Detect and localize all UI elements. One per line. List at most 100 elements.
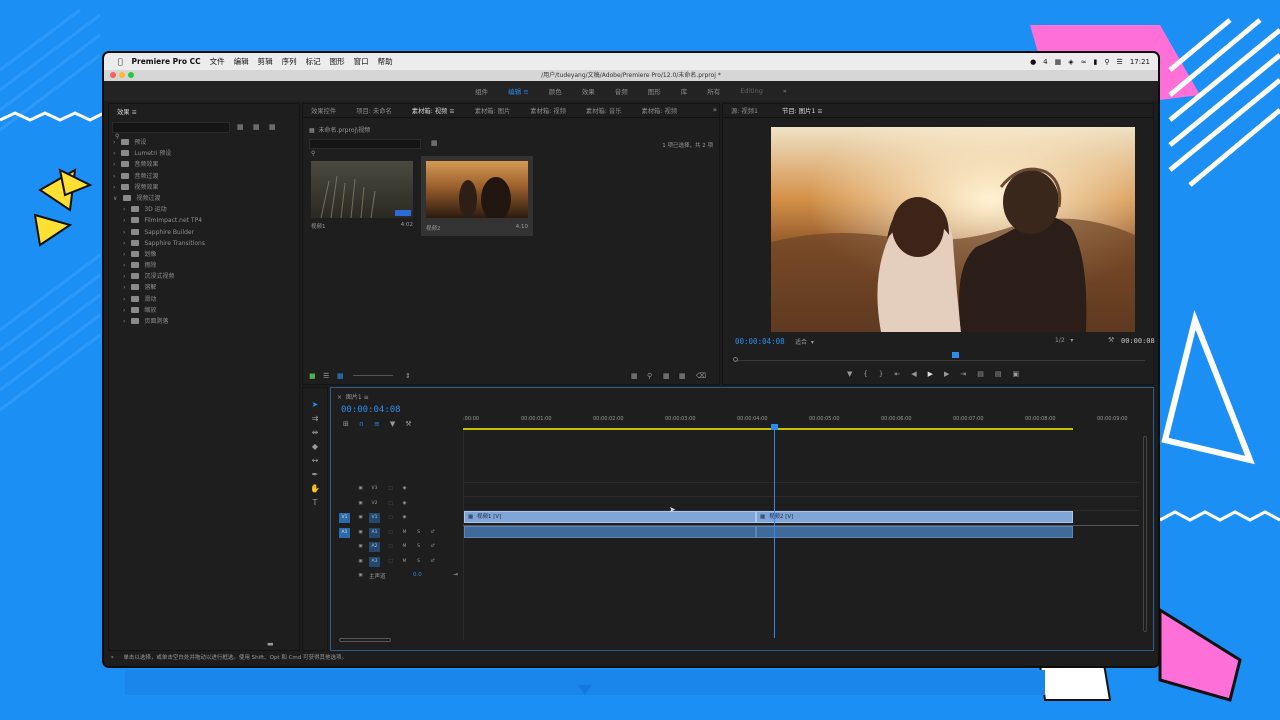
effects-tree-item[interactable]: › 预设 — [113, 137, 298, 148]
workspace-libraries[interactable]: 库 — [681, 86, 688, 96]
search-icon[interactable]: ⚲ — [1104, 58, 1109, 66]
workspace-custom[interactable]: Editing — [740, 87, 763, 95]
grid-icon[interactable]: ▦ — [1055, 58, 1062, 66]
icon-view-icon[interactable]: ▦ — [337, 372, 344, 380]
yuv-effects-icon[interactable]: ▦ — [269, 123, 276, 131]
effects-tree-item[interactable]: › 缩放 — [113, 305, 298, 316]
workspace-audio[interactable]: 音频 — [615, 86, 628, 96]
menu-window[interactable]: 窗口 — [354, 56, 369, 67]
slip-tool-icon[interactable]: ↔ — [312, 456, 319, 465]
accelerated-effects-icon[interactable]: ▦ — [237, 123, 244, 131]
workspace-graphics[interactable]: 图形 — [648, 86, 661, 96]
project-tab[interactable]: 素材箱: 视频 — [530, 106, 566, 115]
eye-icon[interactable]: ◉ — [399, 484, 410, 494]
effects-tree-item[interactable]: › 页面剥落 — [113, 316, 298, 327]
add-marker-icon[interactable]: ▼ — [390, 420, 395, 428]
lock-icon[interactable]: ■ — [309, 372, 316, 380]
horizontal-scrollbar[interactable] — [339, 638, 391, 642]
work-area-bar[interactable] — [463, 428, 1073, 430]
overflow-icon[interactable]: » — [713, 106, 717, 114]
master-volume[interactable]: 0.0 — [413, 572, 422, 578]
extract-icon[interactable]: ▤ — [995, 370, 1002, 378]
effects-tree-item[interactable]: › 擦除 — [113, 260, 298, 271]
track-name[interactable]: A3 — [369, 556, 380, 567]
menu-graphics[interactable]: 图形 — [330, 56, 345, 67]
solo-button[interactable]: S — [413, 557, 424, 567]
menu-markers[interactable]: 标记 — [306, 56, 321, 67]
lock-icon[interactable]: ▣ — [355, 484, 366, 494]
snap-icon[interactable]: ∩ — [359, 420, 364, 428]
program-timecode[interactable]: 00:00:04:08 — [735, 337, 785, 346]
go-to-out-icon[interactable]: ⇥ — [960, 370, 966, 378]
lock-icon[interactable]: ▣ — [355, 513, 366, 523]
audio-clip-1[interactable] — [464, 526, 756, 538]
mark-out-icon[interactable]: } — [879, 370, 883, 378]
workspace-effects[interactable]: 效果 — [582, 86, 595, 96]
lock-icon[interactable]: ▣ — [355, 542, 366, 552]
automate-icon[interactable]: ▦ — [631, 372, 638, 380]
eye-icon[interactable]: ◉ — [399, 513, 410, 523]
effects-tree-item[interactable]: › FilmImpact.net TP4 — [113, 215, 298, 226]
project-tab[interactable]: 素材箱: 视频 — [642, 106, 678, 115]
sync-lock-icon[interactable]: ⬚ — [385, 557, 396, 567]
effects-tree-item[interactable]: › 音频过渡 — [113, 171, 298, 182]
tab-source[interactable]: 源: 视频1 — [731, 106, 758, 115]
nest-icon[interactable]: ⊞ — [343, 420, 349, 428]
track-name[interactable]: V1 — [369, 513, 380, 523]
battery-icon[interactable]: ▮ — [1094, 58, 1098, 66]
effects-tree-item[interactable]: › Sapphire Transitions — [113, 238, 298, 249]
source-patch[interactable]: V1 — [339, 513, 350, 523]
timeline-timecode[interactable]: 00:00:04:08 — [341, 405, 401, 415]
microphone-icon[interactable]: ♂ — [427, 528, 438, 538]
add-marker-icon[interactable]: ▼ — [847, 370, 852, 378]
record-icon[interactable]: ● — [1030, 58, 1036, 66]
effects-search-input[interactable]: ⚲ — [112, 122, 230, 140]
source-patch[interactable]: A1 — [339, 527, 350, 538]
time-ruler[interactable]: :00:00 00:00:01:00 00:00:02:00 00:00:03:00 0… — [463, 410, 1143, 430]
go-to-end-icon[interactable]: ⇥ — [453, 571, 458, 578]
menu-file[interactable]: 文件 — [210, 56, 225, 67]
32bit-effects-icon[interactable]: ▦ — [253, 123, 260, 131]
effects-tree-item[interactable]: › 滑动 — [113, 294, 298, 305]
mark-in-icon[interactable]: { — [863, 370, 867, 378]
resolution-dropdown[interactable]: 1/2 ▾ — [1055, 337, 1073, 344]
step-back-icon[interactable]: ◀ — [911, 370, 916, 378]
workspace-color[interactable]: 颜色 — [549, 86, 562, 96]
scrubber-start[interactable] — [733, 357, 738, 362]
sync-lock-icon[interactable]: ⬚ — [385, 542, 396, 552]
lock-icon[interactable]: ▣ — [355, 499, 366, 509]
razor-tool-icon[interactable]: ◆ — [312, 442, 318, 451]
track-name[interactable]: A2 — [369, 542, 380, 552]
effects-tree-item[interactable]: › 划像 — [113, 249, 298, 260]
sync-lock-icon[interactable]: ⬚ — [385, 499, 396, 509]
go-to-in-icon[interactable]: ⇤ — [894, 370, 900, 378]
effects-tree-item[interactable]: › 视频效果 — [113, 182, 298, 193]
tab-program[interactable]: 节目: 图片1 ≡ — [782, 106, 823, 115]
project-tab[interactable]: 效果控件 — [311, 106, 336, 115]
pen-tool-icon[interactable]: ✒ — [312, 470, 319, 479]
timeline-playhead[interactable] — [774, 424, 775, 638]
mute-button[interactable]: M — [399, 557, 410, 567]
menu-list-icon[interactable]: ☰ — [1117, 58, 1123, 66]
apple-icon[interactable]:  — [118, 57, 123, 66]
linked-selection-icon[interactable]: ≡ — [374, 420, 380, 428]
close-button[interactable] — [110, 72, 116, 78]
step-forward-icon[interactable]: ▶ — [944, 370, 949, 378]
mute-button[interactable]: M — [399, 542, 410, 552]
eye-icon[interactable]: ◉ — [399, 499, 410, 509]
track-name[interactable]: V2 — [369, 499, 380, 509]
lock-icon[interactable]: ▣ — [355, 571, 366, 581]
effects-tree-item[interactable]: ∨ 视频过渡 — [113, 193, 298, 204]
workspace-all[interactable]: 所有 — [707, 86, 720, 96]
app-menu[interactable]: Premiere Pro CC — [132, 57, 201, 66]
lift-icon[interactable]: ▤ — [977, 370, 984, 378]
status-count[interactable]: 4 — [1043, 58, 1047, 66]
effects-tree-item[interactable]: › 溶解 — [113, 282, 298, 293]
new-bin-icon[interactable]: ▦ — [663, 372, 670, 380]
selection-tool-icon[interactable]: ➤ — [312, 400, 319, 409]
fit-dropdown[interactable]: 适合 ▾ — [795, 337, 814, 346]
project-search-input[interactable]: ⚲ — [309, 139, 421, 157]
effects-tree-item[interactable]: › 沉浸式视频 — [113, 271, 298, 282]
export-frame-icon[interactable]: ▣ — [1013, 370, 1020, 378]
microphone-icon[interactable]: ♂ — [427, 557, 438, 567]
